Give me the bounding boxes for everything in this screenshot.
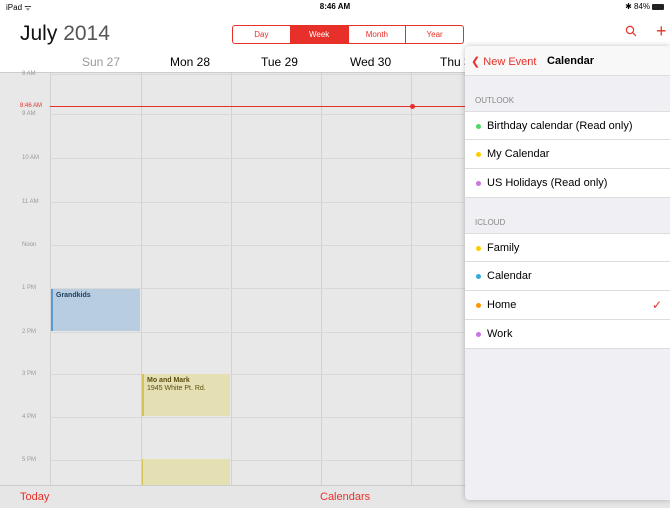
calendar-name: Work <box>487 328 513 340</box>
calendar-option[interactable]: US Holidays (Read only) <box>465 169 670 198</box>
status-time: 8:46 AM <box>319 2 351 11</box>
hour-label: 1 PM <box>22 285 37 291</box>
hour-label: 10 AM <box>22 155 40 161</box>
calendar-name: Calendar <box>487 270 532 282</box>
calendar-option[interactable]: Birthday calendar (Read only) <box>465 111 670 140</box>
checkmark-icon: ✓ <box>651 298 662 312</box>
hour-label: 5 PM <box>22 457 37 463</box>
hour-label: 4 PM <box>22 414 37 420</box>
current-time-dot <box>410 104 415 109</box>
plus-icon[interactable]: + <box>656 21 667 42</box>
hour-label: 2 PM <box>22 329 37 335</box>
calendar-color-dot <box>476 152 481 157</box>
back-label: New Event <box>483 56 537 68</box>
popover-title: Calendar <box>547 55 595 67</box>
event-location: 1945 White Pt. Rd. <box>147 385 206 392</box>
calendar-option[interactable]: Work <box>465 320 670 349</box>
battery-status: ✱ 84% <box>625 2 664 11</box>
day-header[interactable]: Wed 30 <box>350 55 391 69</box>
status-bar: iPad ᯤ 8:46 AM ✱ 84% <box>0 0 670 14</box>
tab-month[interactable]: Month <box>347 26 406 43</box>
calendar-name: Birthday calendar (Read only) <box>487 120 633 132</box>
battery-label: ✱ 84% <box>625 2 650 11</box>
day-header[interactable]: Sun 27 <box>82 55 120 69</box>
calendar-picker-popover: ❮ New Event Calendar OUTLOOK Birthday ca… <box>465 46 670 500</box>
view-segmented-control: Day Week Month Year <box>232 25 464 44</box>
day-header[interactable]: Tue 29 <box>261 55 298 69</box>
battery-icon <box>652 3 664 10</box>
calendar-name: US Holidays (Read only) <box>487 177 608 189</box>
calendar-color-dot <box>476 124 481 129</box>
calendar-color-dot <box>476 181 481 186</box>
day-column-divider <box>50 73 51 485</box>
today-button[interactable]: Today <box>20 491 49 503</box>
hour-label: 9 AM <box>22 111 36 117</box>
day-header[interactable]: Mon 28 <box>170 55 210 69</box>
day-column-divider <box>231 73 232 485</box>
calendar-name: Family <box>487 242 520 254</box>
chevron-left-icon: ❮ <box>471 56 484 68</box>
hour-label: Noon <box>22 242 37 248</box>
event-title: Grandkids <box>56 292 91 299</box>
day-column-divider <box>321 73 322 485</box>
calendar-option[interactable]: Family <box>465 233 670 262</box>
section-label-outlook: OUTLOOK <box>475 96 515 105</box>
calendar-option[interactable]: My Calendar <box>465 140 670 169</box>
calendars-button[interactable]: Calendars <box>320 491 370 503</box>
search-icon[interactable] <box>625 24 637 40</box>
tab-year[interactable]: Year <box>405 26 463 43</box>
month-label: July <box>20 22 58 45</box>
page-title[interactable]: July 2014 <box>20 22 110 46</box>
calendar-color-dot <box>476 246 481 251</box>
hour-label: 3 PM <box>22 371 37 377</box>
calendar-name: Home <box>487 299 517 311</box>
section-label-icloud: ICLOUD <box>475 218 506 227</box>
tab-week[interactable]: Week <box>289 26 348 43</box>
calendar-option[interactable]: Calendar <box>465 262 670 291</box>
calendar-color-dot <box>476 274 481 279</box>
event-mo-and-mark[interactable]: Mo and Mark 1945 White Pt. Rd. <box>142 374 230 416</box>
calendar-color-dot <box>476 303 481 308</box>
tab-day[interactable]: Day <box>233 26 290 43</box>
calendar-color-dot <box>476 332 481 337</box>
year-label: 2014 <box>63 22 110 45</box>
calendar-name: My Calendar <box>487 148 550 160</box>
back-button[interactable]: ❮ New Event <box>471 55 536 68</box>
hour-label: 8 AM <box>22 71 36 77</box>
day-column-divider <box>141 73 142 485</box>
popover-nav-bar: ❮ New Event Calendar <box>465 46 670 76</box>
current-time-label: 8:46 AM <box>20 103 43 109</box>
calendar-option[interactable]: Home ✓ <box>465 291 670 320</box>
event-title: Mo and Mark <box>147 377 190 384</box>
day-column-divider <box>411 73 412 485</box>
event-grandkids[interactable]: Grandkids <box>51 289 140 331</box>
event-block[interactable] <box>142 459 230 485</box>
hour-label: 11 AM <box>22 199 39 205</box>
